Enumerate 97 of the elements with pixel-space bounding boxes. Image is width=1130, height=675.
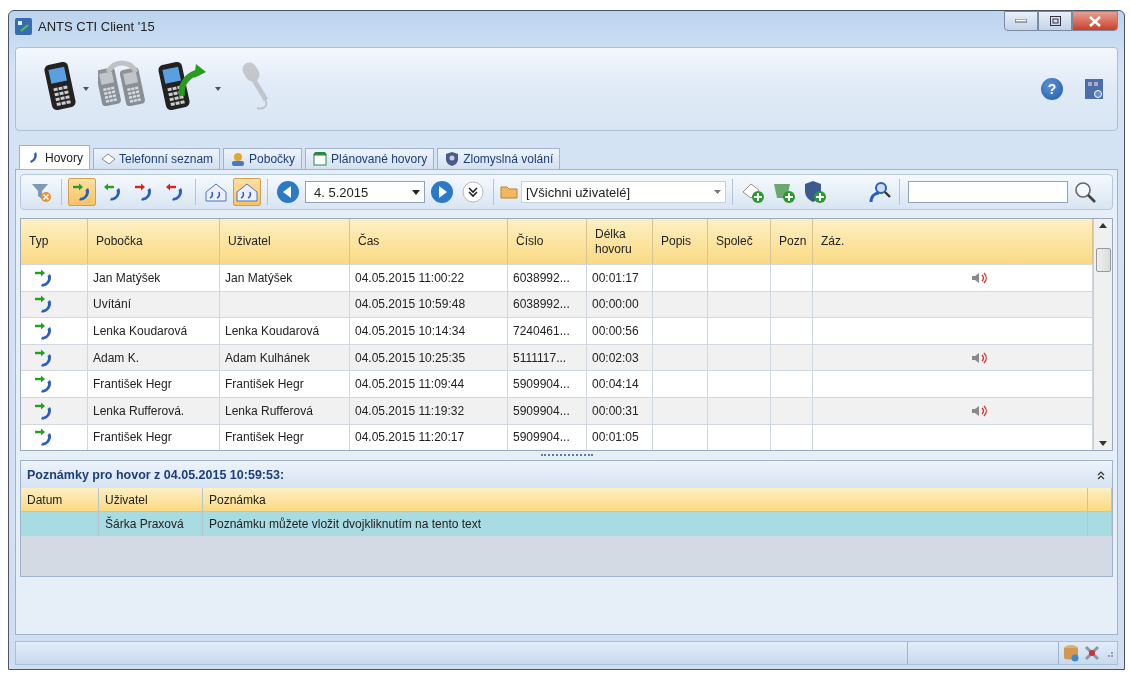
close-icon — [1089, 15, 1101, 27]
caret-icon — [214, 86, 222, 92]
table-cell: 00:01:05 — [587, 424, 653, 451]
date-picker[interactable]: 4. 5.2015 — [305, 181, 425, 203]
table-cell: 00:00:00 — [587, 291, 653, 318]
table-cell: 04.05.2015 11:00:22 — [350, 265, 508, 291]
table-cell: Lenka Rufferová. — [88, 397, 220, 424]
notes-title: Poznámky pro hovor z 04.05.2015 10:59:53: — [27, 467, 285, 482]
table-cell: Adam Kulhánek — [220, 344, 350, 371]
table-cell: Lenka Koudarová — [88, 318, 220, 344]
table-cell: 00:04:14 — [587, 371, 653, 397]
column-header[interactable]: Čas — [350, 219, 508, 264]
tab[interactable]: Hovory — [19, 145, 90, 169]
help-button[interactable]: ? — [1041, 78, 1063, 100]
caret-icon — [82, 86, 90, 92]
call-direction-icon — [72, 182, 92, 202]
incoming-call-icon — [33, 294, 54, 315]
table-cell: František Hegr — [88, 371, 220, 397]
expand-button[interactable] — [459, 178, 487, 206]
speaker-icon[interactable] — [971, 404, 989, 417]
table-cell: 04.05.2015 10:59:48 — [350, 291, 508, 318]
incoming-call-icon — [33, 427, 54, 448]
table-cell: 5111117... — [508, 344, 587, 371]
splitter-grip[interactable] — [540, 454, 593, 459]
column-header[interactable]: Typ — [21, 219, 88, 264]
resize-grip-icon[interactable] — [1105, 649, 1113, 657]
table-cell: 00:00:31 — [587, 397, 653, 424]
close-button[interactable] — [1072, 11, 1118, 31]
speaker-icon[interactable] — [971, 271, 989, 284]
column-header[interactable]: Délka hovoru — [587, 219, 653, 264]
tab[interactable]: Pobočky — [223, 148, 303, 169]
table-cell: 00:00:56 — [587, 318, 653, 344]
table-cell: Lenka Rufferová — [220, 397, 350, 424]
table-cell: 04.05.2015 11:19:32 — [350, 397, 508, 424]
table-cell: 04.05.2015 10:25:35 — [350, 344, 508, 371]
about-icon[interactable] — [1085, 79, 1103, 99]
column-header[interactable]: Společ — [708, 219, 771, 264]
tab[interactable]: Zlomyslná volání — [437, 148, 561, 169]
caret-icon — [412, 189, 420, 195]
column-header[interactable]: Uživatel — [220, 219, 350, 264]
user-filter-dropdown[interactable]: [Všichni uživatelé] — [521, 181, 726, 203]
table-cell: 00:01:17 — [587, 265, 653, 291]
table-cell: 7240461... — [508, 318, 587, 344]
call-direction-icon — [165, 182, 185, 202]
incoming-call-icon — [33, 267, 54, 288]
table-cell: 04.05.2015 11:09:44 — [350, 371, 508, 397]
scroll-down-icon[interactable] — [1099, 441, 1107, 447]
incoming-call-icon — [33, 374, 54, 395]
previous-day-button[interactable] — [274, 178, 302, 206]
disconnected-icon[interactable] — [1083, 644, 1101, 662]
table-cell: 5909904... — [508, 371, 587, 397]
search-field[interactable] — [908, 181, 1068, 203]
table-cell: Uvítání — [88, 291, 220, 318]
table-cell: 6038992... — [508, 291, 587, 318]
scrollbar-thumb[interactable] — [1095, 247, 1111, 272]
next-day-button[interactable] — [428, 178, 456, 206]
call-filter-button[interactable] — [68, 178, 96, 206]
table-cell: Jan Matýšek — [88, 265, 220, 291]
call-direction-icon — [103, 182, 123, 202]
table-cell: 04.05.2015 10:14:34 — [350, 318, 508, 344]
tab[interactable]: Plánované hovory — [305, 148, 435, 169]
table-cell: Adam K. — [88, 344, 220, 371]
table-cell: 5909904... — [508, 397, 587, 424]
table-cell: Jan Matýšek — [220, 265, 350, 291]
scroll-up-icon[interactable] — [1099, 223, 1107, 228]
table-cell: Lenka Koudarová — [220, 318, 350, 344]
table-cell: František Hegr — [220, 424, 350, 451]
column-header[interactable]: Popis — [653, 219, 708, 264]
app-logo-icon — [15, 17, 32, 35]
calendar-icon — [312, 151, 329, 167]
table-cell: František Hegr — [88, 424, 220, 451]
collapse-icon[interactable] — [1096, 469, 1106, 480]
maximize-icon — [1049, 16, 1061, 26]
table-cell: 04.05.2015 11:20:17 — [350, 424, 508, 451]
speaker-icon[interactable] — [971, 351, 989, 364]
table-cell: 6038992... — [508, 265, 587, 291]
table-cell: 00:02:03 — [587, 344, 653, 371]
minimize-icon — [1015, 19, 1027, 23]
column-header[interactable]: Číslo — [508, 219, 587, 264]
maximize-button[interactable] — [1038, 11, 1072, 31]
person-icon — [230, 151, 247, 167]
incoming-call-icon — [33, 347, 54, 368]
window-title: ANTS CTI Client '15 — [38, 18, 155, 34]
database-icon[interactable] — [1063, 644, 1079, 662]
incoming-call-icon — [33, 321, 54, 341]
column-header[interactable]: Pobočka — [88, 219, 220, 264]
table-cell: František Hegr — [220, 371, 350, 397]
house-filter-button[interactable] — [233, 178, 261, 206]
note-row[interactable]: Šárka Praxová Poznámku můžete vložit dvojkliknutím na tento text — [21, 511, 1112, 537]
column-header[interactable]: Pozn — [771, 219, 813, 264]
tab[interactable]: Telefonní seznam — [93, 148, 221, 169]
table-cell: 5909904... — [508, 424, 587, 451]
call-direction-icon — [134, 182, 154, 202]
shield-icon — [444, 151, 461, 167]
incoming-call-icon — [33, 400, 54, 421]
folder-icon — [500, 185, 518, 199]
caret-icon — [714, 190, 721, 194]
